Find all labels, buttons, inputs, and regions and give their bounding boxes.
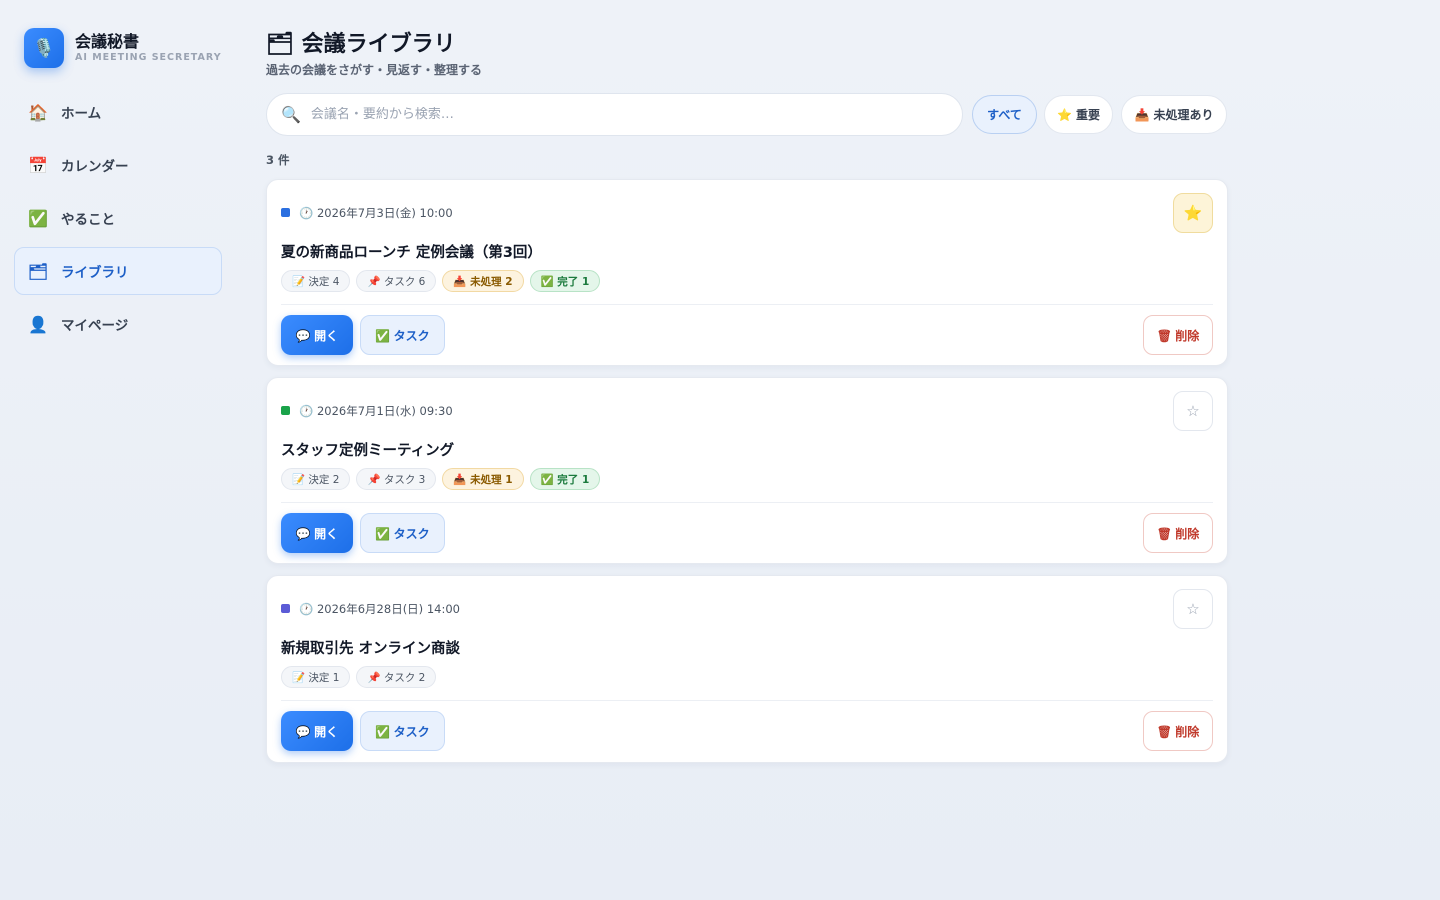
meeting-title: スタッフ定例ミーティング <box>281 443 455 459</box>
delete-button[interactable]: 🗑 削除 <box>1143 513 1213 553</box>
tasks-badge: 📌 タスク 3 <box>356 468 437 490</box>
done-badge: ✅ 完了 1 <box>529 270 601 292</box>
meeting-stats: 📝 決定 4 📌 タスク 6 📥 未処理 2 ✅ 完了 1 <box>281 270 606 292</box>
sidebar-item-todo[interactable]: ✅ やること <box>14 194 222 242</box>
page-title: 🗂 会議ライブラリ <box>266 32 456 57</box>
open-button[interactable]: 💬 開く <box>281 711 353 751</box>
user-icon: 👤 <box>28 314 48 334</box>
task-button[interactable]: ✅ タスク <box>360 711 445 751</box>
decisions-badge: 📝 決定 2 <box>281 468 351 490</box>
decisions-badge: 📝 決定 4 <box>281 270 351 292</box>
filter-important-button[interactable]: ⭐ 重要 <box>1044 95 1113 134</box>
sidebar-item-label: カレンダー <box>61 159 129 175</box>
meeting-card: 🕐 2026年6月28日(日) 14:00 ☆ 新規取引先 オンライン商談 📝 … <box>266 575 1228 763</box>
meeting-date: 🕐 2026年6月28日(日) 14:00 <box>299 602 460 616</box>
star-toggle-button[interactable]: ☆ <box>1173 589 1213 629</box>
sidebar-item-mypage[interactable]: 👤 マイページ <box>14 300 222 348</box>
meeting-title: 新規取引先 オンライン商談 <box>281 641 461 657</box>
sidebar-item-calendar[interactable]: 📅 カレンダー <box>14 141 222 189</box>
sidebar-item-library[interactable]: 🗂 ライブラリ <box>14 247 222 295</box>
done-badge: ✅ 完了 1 <box>529 468 601 490</box>
check-icon: ✅ <box>28 208 48 228</box>
task-button[interactable]: ✅ タスク <box>360 315 445 355</box>
brand-title: 会議秘書 <box>75 32 140 51</box>
sidebar-item-label: やること <box>61 212 115 228</box>
meeting-title: 夏の新商品ローンチ 定例会議（第3回） <box>281 245 542 261</box>
meeting-color-marker <box>281 604 290 613</box>
search-icon: 🔍 <box>281 105 301 124</box>
meeting-date: 🕐 2026年7月1日(水) 09:30 <box>299 404 453 418</box>
tasks-badge: 📌 タスク 2 <box>356 666 437 688</box>
sidebar-item-label: マイページ <box>61 318 129 334</box>
meeting-color-marker <box>281 406 290 415</box>
brand-subtitle: AI MEETING SECRETARY <box>75 52 222 63</box>
delete-button[interactable]: 🗑 削除 <box>1143 711 1213 751</box>
divider <box>281 700 1213 701</box>
meeting-card: 🕐 2026年7月1日(水) 09:30 ☆ スタッフ定例ミーティング 📝 決定… <box>266 377 1228 564</box>
result-count: 3 件 <box>266 153 290 167</box>
sidebar-item-home[interactable]: 🏠 ホーム <box>14 88 222 136</box>
meeting-date: 🕐 2026年7月3日(金) 10:00 <box>299 206 453 220</box>
meeting-color-marker <box>281 208 290 217</box>
meeting-card: 🕐 2026年7月3日(金) 10:00 ⭐ 夏の新商品ローンチ 定例会議（第3… <box>266 179 1228 366</box>
home-icon: 🏠 <box>28 102 48 122</box>
tasks-badge: 📌 タスク 6 <box>356 270 437 292</box>
microphone-icon: 🎙️ <box>24 28 64 68</box>
search-box[interactable]: 🔍 <box>266 93 963 136</box>
pending-badge: 📥 未処理 1 <box>442 468 524 490</box>
sidebar-item-label: ライブラリ <box>61 265 129 281</box>
page-subtitle: 過去の会議をさがす・見返す・整理する <box>266 63 483 77</box>
sidebar: 🎙️ 会議秘書 AI MEETING SECRETARY 🏠 ホーム 📅 カレン… <box>0 0 236 900</box>
open-button[interactable]: 💬 開く <box>281 315 353 355</box>
pending-badge: 📥 未処理 2 <box>442 270 524 292</box>
open-button[interactable]: 💬 開く <box>281 513 353 553</box>
filter-all-button[interactable]: すべて <box>972 95 1037 134</box>
task-button[interactable]: ✅ タスク <box>360 513 445 553</box>
brand: 🎙️ 会議秘書 AI MEETING SECRETARY <box>24 28 222 68</box>
filter-pending-button[interactable]: 📥 未処理あり <box>1121 95 1227 134</box>
folder-icon: 🗂 <box>27 261 49 281</box>
meeting-stats: 📝 決定 1 📌 タスク 2 <box>281 666 442 688</box>
search-input[interactable] <box>310 107 962 122</box>
sidebar-item-label: ホーム <box>61 106 102 122</box>
meeting-stats: 📝 決定 2 📌 タスク 3 📥 未処理 1 ✅ 完了 1 <box>281 468 606 490</box>
calendar-icon: 📅 <box>28 155 48 175</box>
divider <box>281 304 1213 305</box>
nav: 🏠 ホーム 📅 カレンダー ✅ やること 🗂 ライブラリ 👤 マイページ <box>14 88 222 353</box>
star-toggle-button[interactable]: ☆ <box>1173 391 1213 431</box>
decisions-badge: 📝 決定 1 <box>281 666 351 688</box>
divider <box>281 502 1213 503</box>
star-toggle-button[interactable]: ⭐ <box>1173 193 1213 233</box>
delete-button[interactable]: 🗑 削除 <box>1143 315 1213 355</box>
